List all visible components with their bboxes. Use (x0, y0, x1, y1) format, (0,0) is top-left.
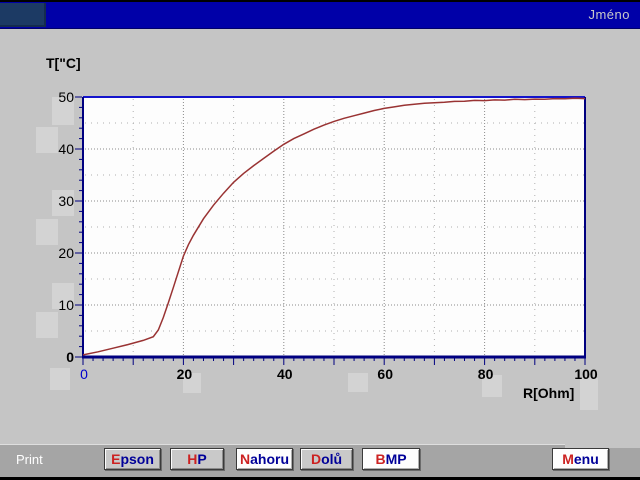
svg-text:50: 50 (58, 89, 74, 105)
chart-area: 0 20 40 60 80 100 0 10 20 30 40 50 (0, 0, 640, 480)
svg-text:0: 0 (80, 366, 88, 382)
hp-button-hotkey: H (187, 451, 197, 467)
hp-button-label: P (197, 451, 206, 467)
print-label: Print (16, 452, 43, 467)
svg-text:30: 30 (58, 193, 74, 209)
svg-text:10: 10 (58, 297, 74, 313)
svg-text:0: 0 (66, 349, 74, 365)
hp-button[interactable]: HP (170, 448, 224, 470)
svg-text:100: 100 (574, 366, 598, 382)
menu-button[interactable]: Menu (552, 448, 609, 470)
bmp-button-label: MP (386, 451, 407, 467)
svg-text:20: 20 (58, 245, 74, 261)
menu-button-hotkey: M (562, 451, 574, 467)
x-axis-title: R[Ohm] (523, 385, 574, 401)
app-window: Jméno T["C] 02040608010001020304050 R[Oh… (0, 0, 640, 480)
svg-text:80: 80 (478, 366, 494, 382)
svg-text:60: 60 (377, 366, 393, 382)
nahoru-button[interactable]: Nahoru (236, 448, 293, 470)
svg-text:20: 20 (177, 366, 193, 382)
bmp-button-hotkey: B (375, 451, 385, 467)
dolu-button-label: olů (321, 451, 342, 467)
dolu-button-hotkey: D (311, 451, 321, 467)
bmp-button[interactable]: BMP (362, 448, 420, 470)
epson-button-label: pson (120, 451, 153, 467)
nahoru-button-hotkey: N (240, 451, 250, 467)
nahoru-button-label: ahoru (250, 451, 289, 467)
dolu-button[interactable]: Dolů (300, 448, 353, 470)
menu-button-label: enu (574, 451, 599, 467)
svg-text:40: 40 (58, 141, 74, 157)
epson-button[interactable]: Epson (104, 448, 161, 470)
svg-text:40: 40 (277, 366, 293, 382)
